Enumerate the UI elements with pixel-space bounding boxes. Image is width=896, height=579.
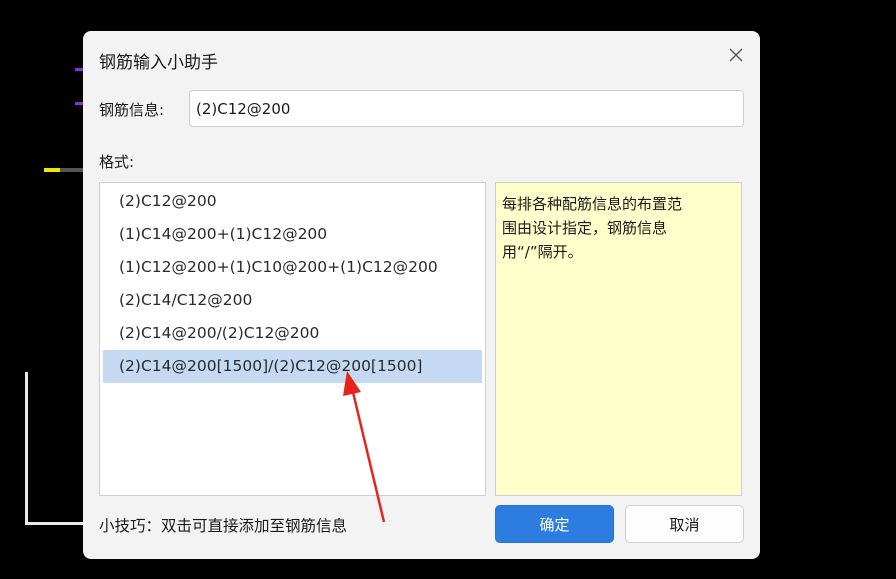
cancel-button[interactable]: 取消 (625, 505, 744, 543)
cad-line-yellow (44, 168, 60, 172)
cad-line-white (25, 372, 28, 525)
hint-line: 每排各种配筋信息的布置范 (502, 195, 683, 213)
format-list[interactable]: (2)C12@200 (1)C14@200+(1)C12@200 (1)C12@… (99, 182, 486, 496)
rebar-info-label: 钢筋信息: (99, 101, 165, 119)
hint-line: 用“/”隔开。 (502, 243, 583, 261)
cad-line-purple (75, 68, 83, 71)
cad-line-purple (75, 102, 83, 105)
close-icon (728, 47, 744, 67)
tip-text: 小技巧：双击可直接添加至钢筋信息 (99, 517, 348, 535)
dialog-title: 钢筋输入小助手 (99, 53, 218, 73)
format-list-item-selected[interactable]: (2)C14@200[1500]/(2)C12@200[1500] (103, 350, 482, 383)
cad-line-gray (60, 168, 83, 172)
format-list-item[interactable]: (1)C14@200+(1)C12@200 (103, 218, 482, 251)
close-button[interactable] (722, 43, 750, 71)
ok-button[interactable]: 确定 (495, 505, 614, 543)
cad-line-white (25, 522, 83, 525)
format-list-item[interactable]: (1)C12@200+(1)C10@200+(1)C12@200 (103, 251, 482, 284)
rebar-input-assistant-dialog: 钢筋输入小助手 钢筋信息: 格式: (2)C12@200 (1)C14@200+… (83, 31, 760, 559)
screen: 钢筋输入小助手 钢筋信息: 格式: (2)C12@200 (1)C14@200+… (0, 0, 896, 579)
format-hint-box: 每排各种配筋信息的布置范 围由设计指定，钢筋信息 用“/”隔开。 (495, 182, 742, 496)
hint-line: 围由设计指定，钢筋信息 (502, 219, 668, 237)
format-list-item[interactable]: (2)C14/C12@200 (103, 284, 482, 317)
format-label: 格式: (99, 153, 135, 171)
format-list-item[interactable]: (2)C12@200 (103, 185, 482, 218)
rebar-info-input[interactable] (189, 90, 744, 127)
format-list-item[interactable]: (2)C14@200/(2)C12@200 (103, 317, 482, 350)
